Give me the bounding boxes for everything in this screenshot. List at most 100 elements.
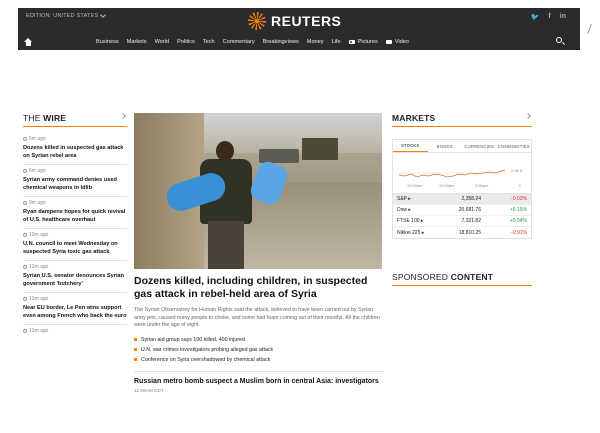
nav-breakingviews[interactable]: Breakingviews — [263, 39, 299, 45]
wire-title-b: WIRE — [43, 113, 67, 123]
nav-video-label: Video — [394, 39, 410, 45]
market-row[interactable]: FTSE 100 ▸ 7,321.82 +0.54% — [393, 216, 531, 227]
top-story: Dozens killed, including children, in su… — [134, 113, 384, 394]
related-link[interactable]: Conference on Syria overshadowed by chem… — [134, 355, 384, 365]
second-story: Russian metro bomb suspect a Muslim born… — [134, 370, 384, 394]
clock-icon — [23, 201, 27, 205]
twitter-icon[interactable]: 🐦 — [531, 13, 540, 21]
nav-tech[interactable]: Tech — [203, 39, 215, 45]
facebook-icon[interactable]: f — [548, 13, 550, 21]
related-link-text: Syrian aid group says 100 killed, 400 in… — [141, 336, 245, 343]
wire-headline[interactable]: Ryan dampens hopes for quick revival of … — [23, 208, 127, 224]
clock-icon — [23, 169, 27, 173]
page-corner-mark — [582, 24, 592, 34]
wire-time: 6m ago — [23, 168, 127, 174]
wire-time-text: 6m ago — [29, 168, 46, 174]
wire-title-a: THE — [23, 113, 41, 123]
tab-stocks[interactable]: STOCKS — [393, 140, 428, 152]
clock-icon — [23, 297, 27, 301]
wire-time-text: 5m ago — [29, 136, 46, 142]
nav-video[interactable]: Video — [385, 39, 410, 45]
related-link[interactable]: U.N. war crimes investigators probing al… — [134, 345, 384, 355]
related-links: Syrian aid group says 100 killed, 400 in… — [134, 335, 384, 365]
nav-world[interactable]: World — [155, 39, 170, 45]
tab-bonds[interactable]: BONDS — [428, 140, 463, 152]
market-table: S&P ▸ 2,358.24 -0.03% Dow ▸ 20,681.76 +0… — [393, 193, 531, 238]
second-story-headline[interactable]: Russian metro bomb suspect a Muslim born… — [134, 377, 384, 386]
clock-icon — [23, 233, 27, 237]
wire-item[interactable]: 9m ago Ryan dampens hopes for quick revi… — [23, 197, 127, 229]
related-link[interactable]: Syrian aid group says 100 killed, 400 in… — [134, 335, 384, 345]
wire-time-text: 9m ago — [29, 200, 46, 206]
market-sparkline: 2,36 K 10:00am 12:00pm 2:00pm ✕ — [393, 153, 531, 193]
nav-commentary[interactable]: Commentary — [223, 39, 255, 45]
nav-markets[interactable]: Markets — [127, 39, 147, 45]
wire-time-text: 10m ago — [29, 232, 49, 238]
market-row[interactable]: Nikkei 225 ▸ 18,810.25 -0.91% — [393, 227, 531, 238]
home-icon[interactable] — [24, 38, 32, 46]
photo-figure-head — [216, 141, 234, 161]
wire-item[interactable]: 5m ago Dozens killed in suspected gas at… — [23, 133, 127, 165]
top-story-summary: The Syrian Observatory for Human Rights … — [134, 307, 380, 328]
tab-currencies[interactable]: CURRENCIES — [462, 140, 497, 152]
reuters-logo[interactable]: REUTERS — [248, 12, 341, 30]
wire-item[interactable]: 10m ago U.N. council to meet Wednesday o… — [23, 229, 127, 261]
search-icon[interactable] — [556, 37, 562, 43]
social-links: 🐦 f in — [531, 13, 566, 21]
wire-title[interactable]: THE WIRE — [23, 113, 127, 127]
market-change: +0.15% — [509, 207, 527, 213]
market-row[interactable]: S&P ▸ 2,358.24 -0.03% — [393, 194, 531, 205]
market-name: S&P ▸ — [397, 196, 411, 202]
wire-time: 13m ago — [23, 296, 127, 302]
close-icon[interactable]: ✕ — [518, 183, 521, 188]
wire-headline[interactable]: Dozens killed in suspected gas attack on… — [23, 144, 127, 160]
top-story-photo[interactable] — [134, 113, 382, 269]
camera-icon — [348, 40, 355, 44]
market-value: 18,810.25 — [458, 229, 481, 236]
photo-figure-legs — [208, 221, 244, 269]
markets-panel: MARKETS STOCKS BONDS CURRENCIES COMMODIT… — [392, 113, 532, 239]
photo-figure — [196, 141, 256, 269]
top-header: EDITION: UNITED STATES REUTERS 🐦 f in Bu… — [18, 8, 580, 50]
wire-headline[interactable]: Syrian army command denies used chemical… — [23, 176, 127, 192]
edition-selector[interactable]: EDITION: UNITED STATES — [26, 12, 107, 19]
main-nav: Business Markets World Politics Tech Com… — [18, 37, 580, 50]
wire-time: 9m ago — [23, 200, 127, 206]
market-row[interactable]: Dow ▸ 20,681.76 +0.15% — [393, 205, 531, 216]
market-value: 7,321.82 — [461, 218, 481, 224]
wire-list: 5m ago Dozens killed in suspected gas at… — [23, 133, 127, 340]
market-name: FTSE 100 ▸ — [397, 218, 424, 224]
markets-widget: STOCKS BONDS CURRENCIES COMMODITIES 2,36… — [392, 139, 532, 239]
wire-item[interactable]: 12m ago Syrian U.S. senator denounces Sy… — [23, 261, 127, 293]
bullet-icon — [134, 348, 137, 351]
wire-item[interactable]: 6m ago Syrian army command denies used c… — [23, 165, 127, 197]
wire-headline[interactable]: U.N. council to meet Wednesday on suspec… — [23, 240, 127, 256]
market-name: Dow ▸ — [397, 207, 411, 213]
nav-politics[interactable]: Politics — [177, 39, 195, 45]
market-name: Nikkei 225 ▸ — [397, 229, 425, 236]
wire-time-text: 13m ago — [29, 296, 49, 302]
chevron-down-icon — [100, 12, 107, 18]
wire-time-text: 13m ago — [29, 328, 49, 334]
markets-title[interactable]: MARKETS — [392, 113, 532, 127]
sparkline-time-label: 10:00am — [407, 183, 423, 188]
wire-headline[interactable]: Near EU border, Le Pen wins support even… — [23, 304, 127, 320]
video-icon — [385, 40, 392, 44]
top-story-headline[interactable]: Dozens killed, including children, in su… — [134, 275, 384, 301]
sponsored-title-a: SPONSORED — [392, 272, 449, 282]
nav-pictures[interactable]: Pictures — [348, 39, 378, 45]
wire-item[interactable]: 13m ago — [23, 325, 127, 340]
wire-headline[interactable]: Syrian U.S. senator denounces Syrian gov… — [23, 272, 127, 288]
sponsored-title-b: CONTENT — [450, 272, 494, 282]
linkedin-icon[interactable]: in — [560, 13, 566, 21]
chevron-right-icon[interactable] — [525, 113, 531, 119]
related-link-text: U.N. war crimes investigators probing al… — [141, 346, 274, 353]
chevron-right-icon[interactable] — [120, 113, 126, 119]
tab-commodities[interactable]: COMMODITIES — [497, 140, 532, 152]
wire-time: 5m ago — [23, 136, 127, 142]
nav-business[interactable]: Business — [96, 39, 119, 45]
nav-money[interactable]: Money — [307, 39, 324, 45]
photo-vehicle — [302, 138, 338, 160]
wire-item[interactable]: 13m ago Near EU border, Le Pen wins supp… — [23, 293, 127, 325]
nav-life[interactable]: Life — [332, 39, 341, 45]
